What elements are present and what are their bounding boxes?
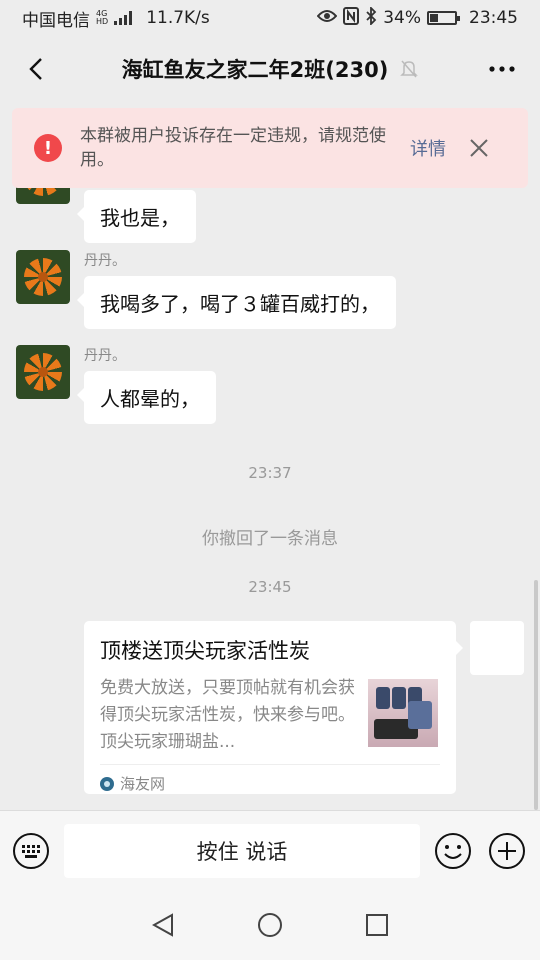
banner-message: 本群被用户投诉存在一定违规，请规范使用。 [80,126,386,170]
emoji-icon [435,832,471,869]
network-speed: 11.7K/s [146,8,210,28]
link-card-source: 海友网 [100,764,440,794]
system-nav-bar [0,890,540,960]
chat-title-wrap: 海缸鱼友之家二年2班(230) [0,36,540,102]
plus-icon [489,832,525,869]
banner-close-button[interactable] [470,139,488,157]
message-row: 丹丹。 人都晕的， [16,345,216,424]
status-left: 中国电信 4G HD 11.7K/s [22,6,210,31]
battery-percent: 34% [383,8,421,28]
timestamp: 23:45 [248,578,292,596]
clock: 23:45 [469,8,518,28]
link-card-thumbnail [368,679,438,747]
nfc-icon [343,6,360,30]
message-bubble[interactable]: 我也是， [77,190,196,243]
link-card-body: 免费大放送，只要顶帖就有机会获得顶尖玩家活性炭，快来参与吧。顶尖玩家珊瑚盐... [100,675,440,756]
recall-notice: 你撤回了一条消息 [202,529,338,549]
chat-header: 海缸鱼友之家二年2班(230) [0,36,540,102]
circle-home-icon [257,913,282,937]
signal-icon [114,11,133,25]
square-recents-icon [365,914,388,936]
keyboard-toggle-button[interactable] [12,832,50,870]
battery-icon [427,11,460,25]
nav-back-button[interactable] [143,905,183,945]
message-row: 丹丹。 我喝多了，喝了３罐百威打的， [16,250,396,329]
avatar[interactable] [16,250,70,304]
hold-to-talk-button[interactable]: 按住 说话 [64,823,420,878]
my-avatar[interactable] [470,621,524,675]
link-card-description: 免费大放送，只要顶帖就有机会获得顶尖玩家活性炭，快来参与吧。顶尖玩家珊瑚盐... [100,678,355,752]
chat-title: 海缸鱼友之家二年2班(230) [121,58,389,82]
link-card-title: 顶楼送顶尖玩家活性炭 [100,639,310,663]
network-type: 4G HD [96,10,108,26]
input-bar: 按住 说话 [0,810,540,890]
scrollbar[interactable] [534,580,538,810]
avatar[interactable] [16,345,70,399]
banner-detail-link[interactable]: 详情 [410,135,446,161]
nav-recents-button[interactable] [357,905,397,945]
nav-home-button[interactable] [250,905,290,945]
status-bar: 中国电信 4G HD 11.7K/s 34% 23:45 [0,0,540,36]
violation-warning-banner: ! 本群被用户投诉存在一定违规，请规范使用。 详情 [12,108,528,188]
warning-icon: ! [34,134,62,162]
emoji-button[interactable] [434,832,472,870]
sender-name: 丹丹。 [84,253,126,269]
bluetooth-icon [365,5,377,30]
message-bubble[interactable]: 人都晕的， [77,371,216,424]
link-card[interactable]: 顶楼送顶尖玩家活性炭 免费大放送，只要顶帖就有机会获得顶尖玩家活性炭，快来参与吧… [84,621,463,794]
more-functions-button[interactable] [488,832,526,870]
close-icon [470,139,488,157]
source-logo-icon [100,776,114,791]
message-bubble[interactable]: 我喝多了，喝了３罐百威打的， [77,276,396,329]
keyboard-icon [13,832,49,869]
mute-bell-icon [400,59,419,79]
carrier-name: 中国电信 [22,10,90,31]
network-type-bottom: HD [96,17,109,26]
eye-icon [316,8,338,28]
sender-name: 丹丹。 [84,348,126,364]
link-card-source-name: 海友网 [120,775,166,793]
triangle-back-icon [152,913,174,937]
status-right: 34% 23:45 [316,5,518,30]
timestamp: 23:37 [248,464,292,482]
